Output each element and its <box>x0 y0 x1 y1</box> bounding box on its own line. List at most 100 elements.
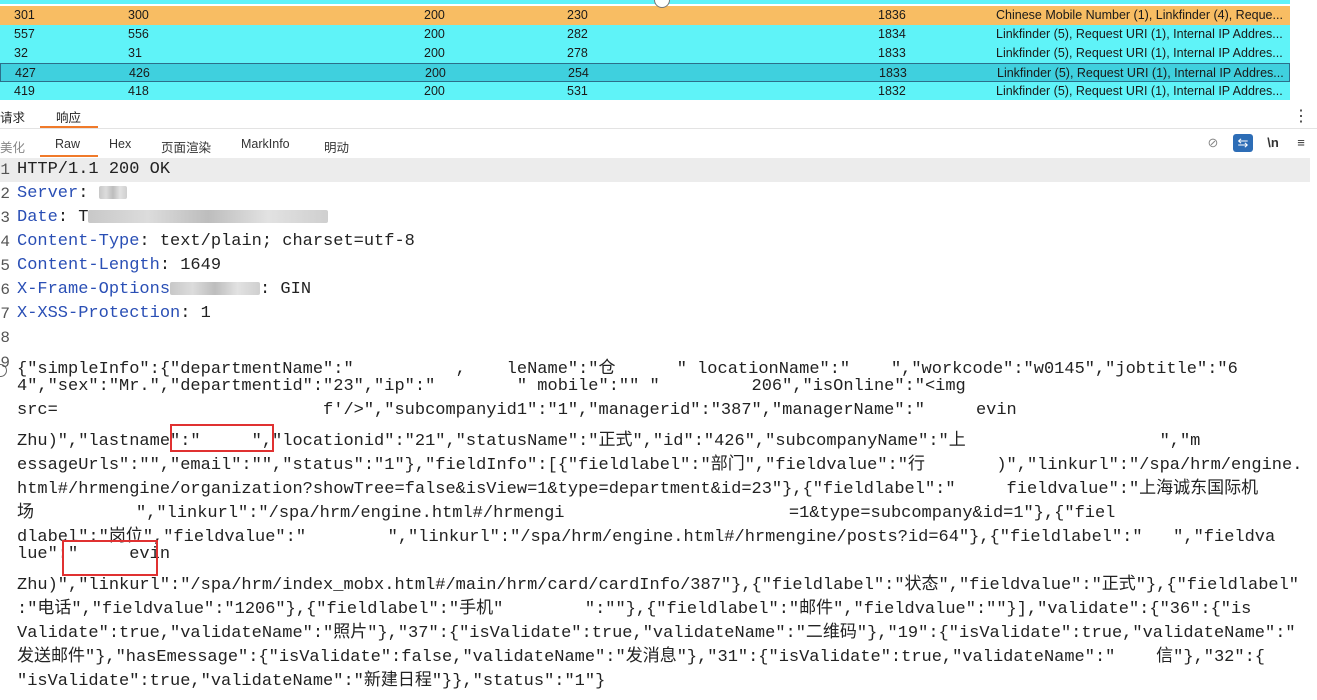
cell-id: 31 <box>128 46 142 60</box>
cell-length: 531 <box>567 84 588 98</box>
cell-status: 200 <box>424 27 445 41</box>
body-line: 场 ","linkurl":"/spa/hrm/engine.html#/hrm… <box>17 504 1116 523</box>
tab-markinfo[interactable]: MarkInfo <box>241 137 290 151</box>
header-value: : <box>78 184 99 203</box>
status-line: HTTP/1.1 200 OK <box>17 160 171 179</box>
body-line: dlabel":"岗位","fieldvalue":" ","linkurl":… <box>17 528 1276 547</box>
body-line: {"simpleInfo":{"departmentName":" , leNa… <box>17 360 1238 379</box>
more-options-icon[interactable]: ⋮ <box>1293 106 1309 126</box>
hide-eye-icon[interactable]: ⊘ <box>1203 134 1223 152</box>
body-line: "isValidate":true,"validateName":"新建日程"}… <box>17 672 606 691</box>
body-line: html#/hrmengine/organization?showTree=fa… <box>17 480 1259 499</box>
cell-notes: Chinese Mobile Number (1), Linkfinder (4… <box>996 8 1283 22</box>
cell-length: 278 <box>567 46 588 60</box>
menu-icon[interactable]: ≡ <box>1291 134 1311 152</box>
cell-id: 418 <box>128 84 149 98</box>
line-number: 4 <box>0 233 10 251</box>
header-line: Date: T <box>17 208 329 227</box>
tab-hex[interactable]: Hex <box>109 137 131 151</box>
header-value: : GIN <box>260 280 312 299</box>
cell-size: 1832 <box>878 84 906 98</box>
body-line: 4","sex":"Mr.","departmentid":"23","ip":… <box>17 377 966 396</box>
line-number: 5 <box>0 257 10 275</box>
response-editor[interactable]: 1 HTTP/1.1 200 OK 2 Server: 3 Date: T 4 … <box>0 158 1317 700</box>
cell-id: 426 <box>129 66 150 80</box>
header-key: Date <box>17 208 58 227</box>
cell-length: 254 <box>568 66 589 80</box>
cell-size: 1833 <box>879 66 907 80</box>
cell-index: 427 <box>15 66 36 80</box>
header-value: : T <box>57 208 89 227</box>
redacted-text <box>98 186 127 200</box>
tab-request[interactable]: 请求 <box>0 107 25 126</box>
cell-index: 32 <box>14 46 28 60</box>
header-key: X-Frame-Options <box>17 280 171 299</box>
body-line: essageUrls":"","email":"","status":"1"},… <box>17 456 1303 475</box>
line-number: 1 <box>0 161 10 179</box>
cell-status: 200 <box>424 84 445 98</box>
table-row[interactable]: 557 556 200 282 1834 Linkfinder (5), Req… <box>0 25 1290 44</box>
tab-ming[interactable]: 明动 <box>324 137 349 156</box>
cell-index: 301 <box>14 8 35 22</box>
cell-id: 556 <box>128 27 149 41</box>
cell-status: 200 <box>425 66 446 80</box>
cell-status: 200 <box>424 8 445 22</box>
cell-size: 1836 <box>878 8 906 22</box>
table-row[interactable]: 301 300 200 230 1836 Chinese Mobile Numb… <box>0 6 1290 25</box>
cell-size: 1833 <box>878 46 906 60</box>
cell-length: 282 <box>567 27 588 41</box>
header-value: : 1649 <box>159 256 222 275</box>
tab-render[interactable]: 页面渲染 <box>161 137 211 156</box>
tab-raw[interactable]: Raw <box>55 137 80 151</box>
header-line: X-Frame-Options : GIN <box>17 280 311 299</box>
header-key: Content-Length <box>17 256 160 275</box>
header-key: Content-Type <box>17 232 140 251</box>
header-key: X-XSS-Protection <box>17 304 181 323</box>
cell-id: 300 <box>128 8 149 22</box>
tab-response[interactable]: 响应 <box>56 107 81 126</box>
request-table: 301 300 200 230 1836 Chinese Mobile Numb… <box>0 0 1290 100</box>
body-line: src= f'/>","subcompanyid1":"1","manageri… <box>17 401 1017 420</box>
body-line: Zhu)","linkurl":"/spa/hrm/index_mobx.htm… <box>17 576 1299 595</box>
line-number: 8 <box>0 329 10 347</box>
body-line: Validate":true,"validateName":"照片"},"37"… <box>17 624 1296 643</box>
header-line: Content-Length: 1649 <box>17 256 221 275</box>
highlight-box-lastname <box>170 424 274 452</box>
line-number: 9 <box>0 354 10 372</box>
table-row[interactable]: 419 418 200 531 1832 Linkfinder (5), Req… <box>0 82 1290 100</box>
redacted-text <box>170 282 261 296</box>
cell-status: 200 <box>424 46 445 60</box>
cell-index: 557 <box>14 27 35 41</box>
header-line: Content-Type: text/plain; charset=utf-8 <box>17 232 415 251</box>
table-row-selected[interactable]: 427 426 200 254 1833 Linkfinder (5), Req… <box>0 63 1290 82</box>
cell-index: 419 <box>14 84 35 98</box>
word-wrap-icon[interactable]: ⇆ <box>1233 134 1253 152</box>
view-tabs: 美化 Raw Hex 页面渲染 MarkInfo 明动 ⊘ ⇆ \n ≡ <box>0 129 1317 157</box>
tab-beautify[interactable]: 美化 <box>0 137 25 156</box>
body-line: :"电话","fieldvalue":"1206"},{"fieldlabel"… <box>17 600 1252 619</box>
header-line: X-XSS-Protection: 1 <box>17 304 211 323</box>
header-value: : 1 <box>180 304 211 323</box>
header-key: Server <box>17 184 79 203</box>
line-number: 6 <box>0 281 10 299</box>
cell-size: 1834 <box>878 27 906 41</box>
active-view-indicator <box>40 155 98 157</box>
line-number: 2 <box>0 185 10 203</box>
table-scrollbar[interactable] <box>1290 0 1317 100</box>
cell-notes: Linkfinder (5), Request URI (1), Interna… <box>996 46 1283 60</box>
cell-notes: Linkfinder (5), Request URI (1), Interna… <box>996 84 1283 98</box>
header-line: Server: <box>17 184 127 203</box>
body-line: 发送邮件"},"hasEmessage":{"isValidate":false… <box>17 648 1265 667</box>
cell-notes: Linkfinder (5), Request URI (1), Interna… <box>996 27 1283 41</box>
active-tab-indicator <box>40 126 98 128</box>
previous-row-strip <box>0 0 1290 4</box>
newline-icon[interactable]: \n <box>1263 134 1283 152</box>
message-tabs: 请求 响应 ⋮ <box>0 102 1317 129</box>
line-number: 7 <box>0 305 10 323</box>
cell-notes: Linkfinder (5), Request URI (1), Interna… <box>997 66 1284 80</box>
line-number: 3 <box>0 209 10 227</box>
table-row[interactable]: 32 31 200 278 1833 Linkfinder (5), Reque… <box>0 44 1290 63</box>
redacted-text <box>88 210 329 224</box>
current-line-highlight <box>0 158 1310 182</box>
highlight-box-manager <box>62 540 158 576</box>
